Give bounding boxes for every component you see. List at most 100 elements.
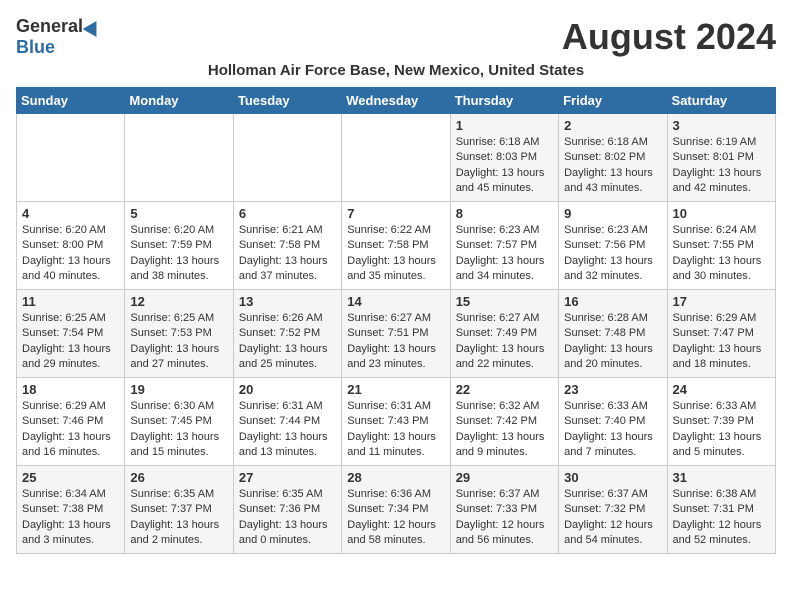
- day-info: Sunrise: 6:23 AM Sunset: 7:56 PM Dayligh…: [564, 223, 661, 285]
- day-info: Sunrise: 6:20 AM Sunset: 7:59 PM Dayligh…: [130, 223, 227, 285]
- calendar-cell: 14Sunrise: 6:27 AM Sunset: 7:51 PM Dayli…: [342, 290, 450, 378]
- calendar-cell: 22Sunrise: 6:32 AM Sunset: 7:42 PM Dayli…: [450, 378, 558, 466]
- day-number: 28: [347, 470, 444, 485]
- calendar-cell: 12Sunrise: 6:25 AM Sunset: 7:53 PM Dayli…: [125, 290, 233, 378]
- calendar-week-row: 11Sunrise: 6:25 AM Sunset: 7:54 PM Dayli…: [17, 290, 776, 378]
- calendar-cell: 11Sunrise: 6:25 AM Sunset: 7:54 PM Dayli…: [17, 290, 125, 378]
- calendar-cell: 30 Sunrise: 6:37 AM Sunset: 7:32 PM Dayli…: [559, 466, 667, 554]
- day-number: 25: [22, 470, 119, 485]
- day-info: Sunrise: 6:21 AM Sunset: 7:58 PM Dayligh…: [239, 223, 336, 285]
- day-number: 23: [564, 382, 661, 397]
- calendar-cell: 13Sunrise: 6:26 AM Sunset: 7:52 PM Dayli…: [233, 290, 341, 378]
- calendar-cell: 5Sunrise: 6:20 AM Sunset: 7:59 PM Daylig…: [125, 202, 233, 290]
- calendar-cell: 1 Sunrise: 6:18 AM Sunset: 8:03 PM Daylig…: [450, 114, 558, 202]
- calendar-cell: 20 Sunrise: 6:31 AM Sunset: 7:44 PM Dayli…: [233, 378, 341, 466]
- day-number: 8: [456, 206, 553, 221]
- weekday-header-wednesday: Wednesday: [342, 88, 450, 114]
- day-number: 1: [456, 118, 553, 133]
- calendar-cell: 27Sunrise: 6:35 AM Sunset: 7:36 PM Dayli…: [233, 466, 341, 554]
- calendar-week-row: 25 Sunrise: 6:34 AM Sunset: 7:38 PM Dayli…: [17, 466, 776, 554]
- day-number: 15: [456, 294, 553, 309]
- day-info: Sunrise: 6:37 AM Sunset: 7:32 PM Dayligh…: [564, 487, 661, 549]
- day-number: 20: [239, 382, 336, 397]
- calendar-cell: 31 Sunrise: 6:38 AM Sunset: 7:31 PM Dayli…: [667, 466, 775, 554]
- logo-triangle-icon: [83, 16, 104, 36]
- day-number: 6: [239, 206, 336, 221]
- day-number: 9: [564, 206, 661, 221]
- day-info: Sunrise: 6:29 AM Sunset: 7:46 PM Dayligh…: [22, 399, 119, 461]
- day-number: 26: [130, 470, 227, 485]
- calendar-cell: [233, 114, 341, 202]
- calendar-cell: [125, 114, 233, 202]
- calendar-cell: 10 Sunrise: 6:24 AM Sunset: 7:55 PM Dayli…: [667, 202, 775, 290]
- day-info: Sunrise: 6:38 AM Sunset: 7:31 PM Dayligh…: [673, 487, 770, 549]
- day-info: Sunrise: 6:27 AM Sunset: 7:49 PM Dayligh…: [456, 311, 553, 373]
- day-info: Sunrise: 6:35 AM Sunset: 7:36 PM Dayligh…: [239, 487, 336, 549]
- day-number: 16: [564, 294, 661, 309]
- day-info: Sunrise: 6:28 AM Sunset: 7:48 PM Dayligh…: [564, 311, 661, 373]
- logo-blue-text: Blue: [16, 37, 55, 58]
- day-info: Sunrise: 6:18 AM Sunset: 8:03 PM Dayligh…: [456, 135, 553, 197]
- weekday-header-tuesday: Tuesday: [233, 88, 341, 114]
- day-info: Sunrise: 6:31 AM Sunset: 7:43 PM Dayligh…: [347, 399, 444, 461]
- day-info: Sunrise: 6:37 AM Sunset: 7:33 PM Dayligh…: [456, 487, 553, 549]
- calendar-week-row: 4 Sunrise: 6:20 AM Sunset: 8:00 PM Daylig…: [17, 202, 776, 290]
- calendar-week-row: 1 Sunrise: 6:18 AM Sunset: 8:03 PM Daylig…: [17, 114, 776, 202]
- calendar-cell: 7 Sunrise: 6:22 AM Sunset: 7:58 PM Daylig…: [342, 202, 450, 290]
- day-number: 21: [347, 382, 444, 397]
- day-info: Sunrise: 6:29 AM Sunset: 7:47 PM Dayligh…: [673, 311, 770, 373]
- calendar-cell: 2Sunrise: 6:18 AM Sunset: 8:02 PM Daylig…: [559, 114, 667, 202]
- day-number: 19: [130, 382, 227, 397]
- day-info: Sunrise: 6:32 AM Sunset: 7:42 PM Dayligh…: [456, 399, 553, 461]
- day-number: 10: [673, 206, 770, 221]
- calendar-cell: 8 Sunrise: 6:23 AM Sunset: 7:57 PM Daylig…: [450, 202, 558, 290]
- calendar-cell: 15 Sunrise: 6:27 AM Sunset: 7:49 PM Dayli…: [450, 290, 558, 378]
- day-info: Sunrise: 6:33 AM Sunset: 7:39 PM Dayligh…: [673, 399, 770, 461]
- day-info: Sunrise: 6:31 AM Sunset: 7:44 PM Dayligh…: [239, 399, 336, 461]
- day-info: Sunrise: 6:24 AM Sunset: 7:55 PM Dayligh…: [673, 223, 770, 285]
- day-info: Sunrise: 6:20 AM Sunset: 8:00 PM Dayligh…: [22, 223, 119, 285]
- weekday-header-saturday: Saturday: [667, 88, 775, 114]
- page-header: General Blue August 2024: [16, 16, 776, 58]
- logo-general-text: General: [16, 16, 83, 37]
- calendar-cell: 26 Sunrise: 6:35 AM Sunset: 7:37 PM Dayli…: [125, 466, 233, 554]
- calendar-cell: 16 Sunrise: 6:28 AM Sunset: 7:48 PM Dayli…: [559, 290, 667, 378]
- day-number: 17: [673, 294, 770, 309]
- day-number: 14: [347, 294, 444, 309]
- day-info: Sunrise: 6:25 AM Sunset: 7:54 PM Dayligh…: [22, 311, 119, 373]
- calendar-cell: 3 Sunrise: 6:19 AM Sunset: 8:01 PM Daylig…: [667, 114, 775, 202]
- day-number: 4: [22, 206, 119, 221]
- calendar-cell: 21 Sunrise: 6:31 AM Sunset: 7:43 PM Dayli…: [342, 378, 450, 466]
- day-info: Sunrise: 6:26 AM Sunset: 7:52 PM Dayligh…: [239, 311, 336, 373]
- calendar-body: 1 Sunrise: 6:18 AM Sunset: 8:03 PM Daylig…: [17, 114, 776, 554]
- day-info: Sunrise: 6:33 AM Sunset: 7:40 PM Dayligh…: [564, 399, 661, 461]
- day-info: Sunrise: 6:34 AM Sunset: 7:38 PM Dayligh…: [22, 487, 119, 549]
- month-year-title: August 2024: [562, 16, 776, 58]
- day-number: 18: [22, 382, 119, 397]
- day-info: Sunrise: 6:19 AM Sunset: 8:01 PM Dayligh…: [673, 135, 770, 197]
- day-number: 2: [564, 118, 661, 133]
- calendar-cell: 29Sunrise: 6:37 AM Sunset: 7:33 PM Dayli…: [450, 466, 558, 554]
- calendar-cell: 19Sunrise: 6:30 AM Sunset: 7:45 PM Dayli…: [125, 378, 233, 466]
- day-number: 7: [347, 206, 444, 221]
- day-info: Sunrise: 6:36 AM Sunset: 7:34 PM Dayligh…: [347, 487, 444, 549]
- calendar-cell: [17, 114, 125, 202]
- day-number: 31: [673, 470, 770, 485]
- day-number: 30: [564, 470, 661, 485]
- day-number: 12: [130, 294, 227, 309]
- day-info: Sunrise: 6:35 AM Sunset: 7:37 PM Dayligh…: [130, 487, 227, 549]
- weekday-header-sunday: Sunday: [17, 88, 125, 114]
- calendar-week-row: 18 Sunrise: 6:29 AM Sunset: 7:46 PM Dayli…: [17, 378, 776, 466]
- calendar-cell: 24Sunrise: 6:33 AM Sunset: 7:39 PM Dayli…: [667, 378, 775, 466]
- calendar-cell: 17 Sunrise: 6:29 AM Sunset: 7:47 PM Dayli…: [667, 290, 775, 378]
- calendar-cell: 6 Sunrise: 6:21 AM Sunset: 7:58 PM Daylig…: [233, 202, 341, 290]
- calendar-cell: 25 Sunrise: 6:34 AM Sunset: 7:38 PM Dayli…: [17, 466, 125, 554]
- calendar-cell: 9 Sunrise: 6:23 AM Sunset: 7:56 PM Daylig…: [559, 202, 667, 290]
- day-info: Sunrise: 6:23 AM Sunset: 7:57 PM Dayligh…: [456, 223, 553, 285]
- calendar-header: SundayMondayTuesdayWednesdayThursdayFrid…: [17, 88, 776, 114]
- calendar-table: SundayMondayTuesdayWednesdayThursdayFrid…: [16, 87, 776, 554]
- day-number: 3: [673, 118, 770, 133]
- calendar-cell: [342, 114, 450, 202]
- logo: General Blue: [16, 16, 101, 58]
- day-info: Sunrise: 6:22 AM Sunset: 7:58 PM Dayligh…: [347, 223, 444, 285]
